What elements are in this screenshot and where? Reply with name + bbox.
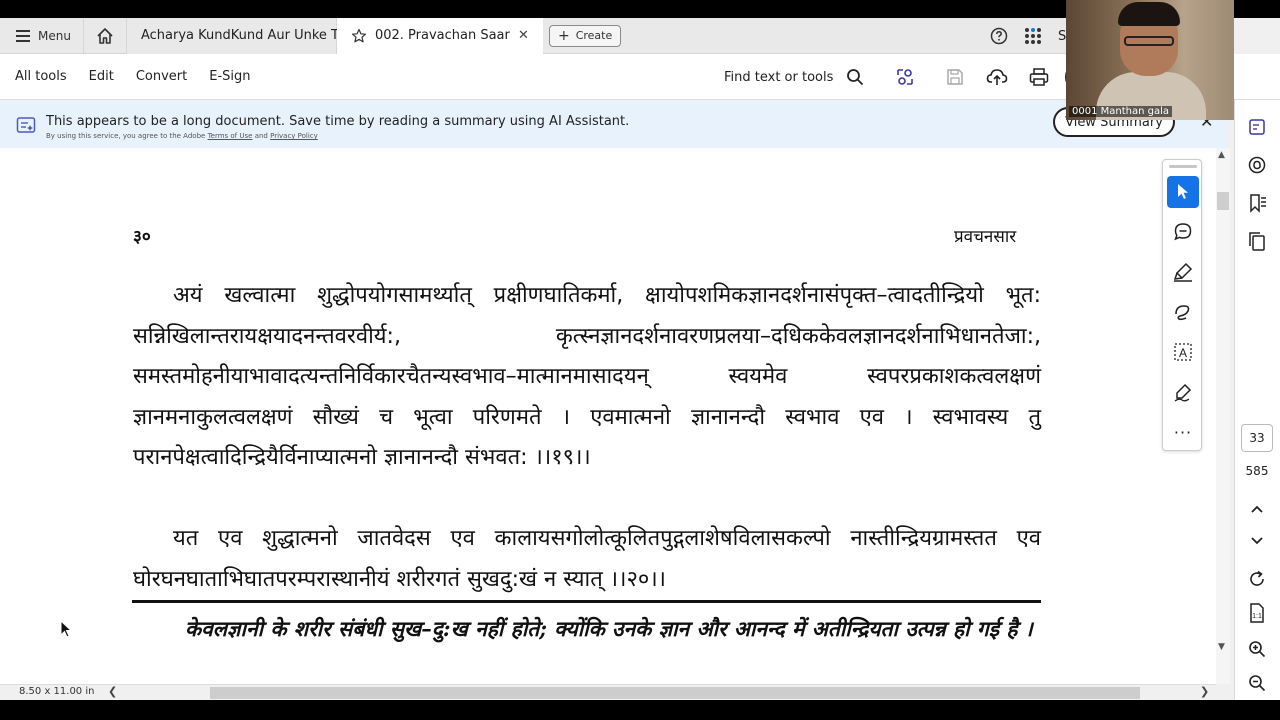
legal-prefix: By using this service, you agree to the … [46,132,206,140]
tabbar-right-tools: S [990,18,1066,54]
status-bar: 8.50 x 11.00 in ❮ ❯ [0,684,1216,700]
terms-of-use-link[interactable]: Terms of Use [208,132,253,140]
sign-tool[interactable] [1167,376,1199,408]
tab-label: 002. Pravachan Saar (G... [374,28,510,43]
vertical-scrollbar[interactable]: ▲ ▼ [1216,148,1230,684]
comments-panel-icon[interactable] [1246,154,1268,176]
upload-cloud-icon[interactable] [985,65,1009,89]
ai-summary-panel-icon[interactable] [1246,116,1268,138]
sanskrit-paragraph-1: अयं खल्वात्मा शुद्धोपयोगसामर्थ्यात् प्रक… [133,283,1041,470]
vertical-scroll-thumb[interactable] [1217,192,1229,210]
scroll-down-arrow[interactable]: ▼ [1218,642,1225,652]
next-page-icon[interactable] [1246,530,1268,552]
pages-panel-icon[interactable] [1246,230,1268,252]
current-page-input[interactable]: 33 [1241,424,1273,452]
ai-summary-banner: This appears to be a long document. Save… [0,100,1228,148]
tab-document-2[interactable]: 002. Pravachan Saar (G... ✕ [336,17,543,54]
legal-and: and [254,132,268,140]
refresh-icon[interactable] [1246,568,1268,590]
tab-label: Acharya KundKund Aur Unke T... [140,28,350,43]
participant-glasses [1124,36,1174,46]
participant-hair [1118,2,1180,26]
quick-tools-bar: A ··· [1162,159,1202,451]
sign-in-letter[interactable]: S [1058,29,1066,44]
save-icon[interactable] [943,65,967,89]
document-page[interactable]: ३० प्रवचनसार अयं खल्वात्मा शुद्धोपयोगसाम… [0,148,1216,684]
mouse-cursor-icon [60,619,73,638]
create-label: Create [575,29,613,42]
star-icon[interactable] [351,28,367,44]
tab-document-1[interactable]: Acharya KundKund Aur Unke T... [126,17,350,54]
plus-icon: + [557,27,570,44]
scroll-right-arrow[interactable]: ❯ [1200,685,1209,698]
drag-handle[interactable] [1169,165,1197,168]
freehand-draw-icon [1175,305,1190,321]
svg-text:A: A [1179,346,1187,360]
create-button[interactable]: + Create [548,24,622,47]
ai-summary-icon [16,117,36,133]
running-head: प्रवचनसार [954,227,1017,247]
banner-legal-text: By using this service, you agree to the … [46,132,318,140]
comment-tool[interactable] [1167,216,1199,248]
menu-button[interactable]: Menu [0,18,83,53]
toolbar-right: Find text or tools [724,54,1100,100]
zoom-watermark: zoom [1094,648,1184,683]
section-divider [132,600,1041,603]
webcam-video-overlay: 0001 Manthan gala [1066,0,1234,120]
find-text-label[interactable]: Find text or tools [724,70,833,85]
hamburger-icon [16,30,30,42]
select-tool[interactable] [1167,176,1199,208]
ai-assistant-icon[interactable] [893,65,917,89]
draw-tool[interactable] [1167,296,1199,328]
print-icon[interactable] [1027,65,1051,89]
edit-menu[interactable]: Edit [89,69,114,84]
svg-text:1:1: 1:1 [1252,613,1262,620]
home-button[interactable] [82,18,127,53]
text-tool[interactable]: A [1167,336,1199,368]
pointer-icon [1178,184,1188,199]
help-icon[interactable] [990,27,1008,45]
sanskrit-paragraph-2: यत एव शुद्धात्मनो जातवेदस एव कालायसगोलोत… [133,526,1041,592]
scroll-up-arrow[interactable]: ▲ [1218,150,1225,160]
comment-icon [1174,223,1192,241]
close-tab-icon[interactable]: ✕ [518,28,529,43]
total-pages: 585 [1245,464,1269,478]
toolbar-menu: All tools Edit Convert E-Sign [0,69,273,84]
text-box-icon: A [1174,343,1192,361]
scroll-left-arrow[interactable]: ❮ [108,685,117,698]
more-icon: ··· [1173,422,1193,442]
zoom-in-icon[interactable] [1246,638,1268,660]
highlight-tool[interactable] [1167,256,1199,288]
fit-page-icon[interactable]: 1:1 [1246,602,1268,624]
menu-label: Menu [38,28,71,43]
apps-grid-icon[interactable] [1024,27,1042,45]
bookmarks-panel-icon[interactable] [1246,192,1268,214]
convert-menu[interactable]: Convert [136,69,187,84]
search-icon[interactable] [843,65,867,89]
privacy-policy-link[interactable]: Privacy Policy [270,132,318,140]
e-sign-menu[interactable]: E-Sign [209,69,250,84]
banner-message: This appears to be a long document. Save… [46,114,630,129]
right-panel: 33 585 1:1 [1234,100,1280,700]
home-icon [97,27,113,44]
page-size-label: 8.50 x 11.00 in [19,686,95,697]
fill-sign-icon [1174,383,1192,402]
previous-page-icon[interactable] [1246,498,1268,520]
more-tools-button[interactable]: ··· [1167,416,1199,448]
hindi-heading: केवलज्ञानी के शरीर संबंधी सुख–दु:ख नहीं … [185,616,1033,641]
page-number: ३० [133,227,151,247]
all-tools-menu[interactable]: All tools [15,69,67,84]
tab-bar: Menu Acharya KundKund Aur Unke T... 002.… [0,17,1066,54]
zoom-out-icon[interactable] [1246,672,1268,694]
horizontal-scroll-thumb[interactable] [210,687,1140,699]
highlighter-icon [1173,262,1193,282]
participant-name: 0001 Manthan gala [1069,106,1173,117]
app-window: Menu Acharya KundKund Aur Unke T... 002.… [0,0,1280,720]
screen-bottom-edge [0,700,1280,720]
